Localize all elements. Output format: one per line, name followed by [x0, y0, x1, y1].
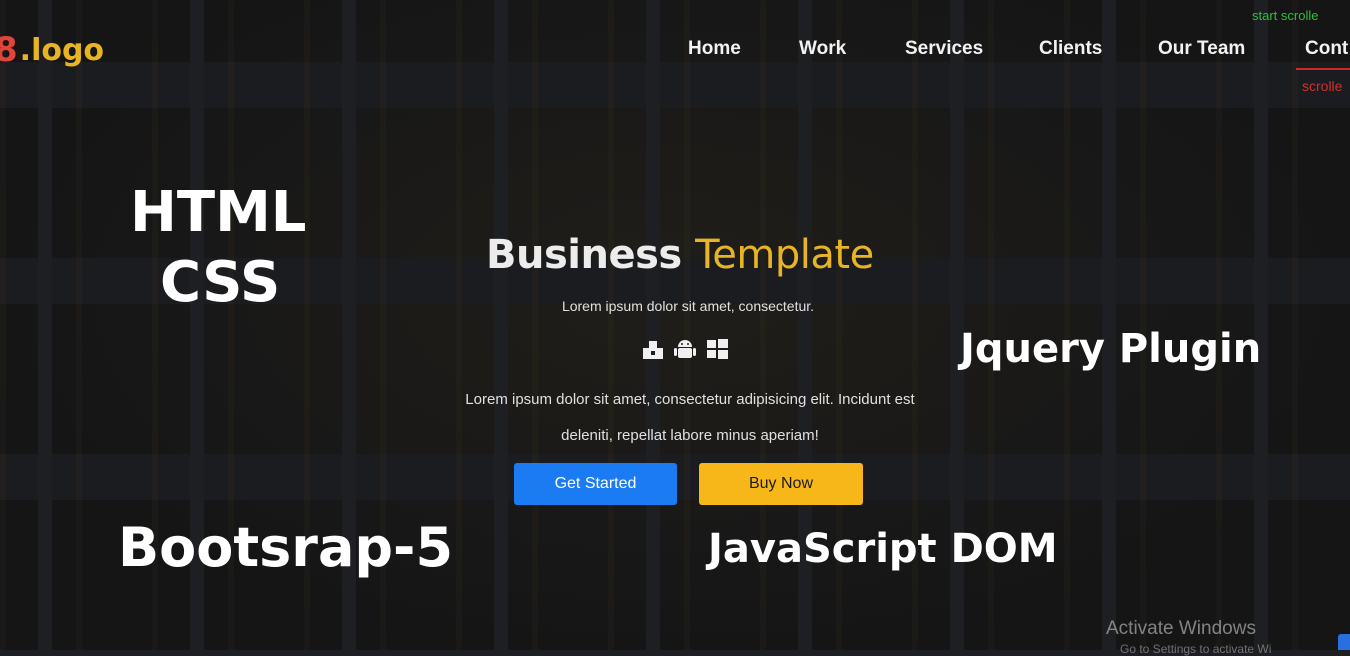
windows-icon[interactable]: [704, 336, 730, 362]
logo-mark-icon: 8: [0, 30, 18, 70]
hero-title-business: Business: [486, 232, 682, 278]
logo-text: .logo: [19, 32, 105, 68]
edge-scroll-tab[interactable]: [1338, 634, 1350, 650]
scrolled-label: scrolle: [1302, 78, 1343, 94]
hero-title: Business Template: [486, 232, 874, 278]
activate-windows-subtext: Go to Settings to activate Wi: [1120, 642, 1272, 656]
nav-link-clients[interactable]: Clients: [1039, 38, 1102, 60]
hero-title-template: Template: [695, 232, 874, 278]
buy-now-button[interactable]: Buy Now: [699, 463, 863, 505]
tag-html: HTML: [130, 180, 307, 245]
tag-bootstrap: Bootsrap-5: [118, 516, 454, 579]
activate-windows-watermark: Activate Windows: [1106, 618, 1256, 639]
android-icon[interactable]: [672, 336, 698, 362]
platform-icons: [640, 336, 730, 362]
nav-link-our-team[interactable]: Our Team: [1158, 38, 1245, 60]
start-scroll-label: start scrolle: [1252, 8, 1319, 23]
hero-description-line-2: deleniti, repellat labore minus aperiam!: [561, 427, 819, 444]
hero-subtitle: Lorem ipsum dolor sit amet, consectetur.: [561, 298, 815, 314]
nav-link-home[interactable]: Home: [688, 38, 741, 60]
get-started-button[interactable]: Get Started: [514, 463, 677, 505]
tag-jquery-plugin: Jquery Plugin: [960, 326, 1262, 372]
hero-description: Lorem ipsum dolor sit amet, consectetur …: [410, 382, 970, 454]
apple-icon[interactable]: [640, 336, 666, 362]
tag-css: CSS: [160, 250, 281, 315]
hero-description-line-1: Lorem ipsum dolor sit amet, consectetur …: [465, 391, 915, 408]
nav-link-contact[interactable]: Cont: [1305, 38, 1348, 60]
nav-link-work[interactable]: Work: [799, 38, 846, 60]
nav-link-services[interactable]: Services: [905, 38, 983, 60]
site-logo[interactable]: 8 .logo: [0, 30, 104, 70]
tag-javascript-dom: JavaScript DOM: [708, 526, 1058, 572]
scroll-marker-line: [1296, 68, 1350, 70]
